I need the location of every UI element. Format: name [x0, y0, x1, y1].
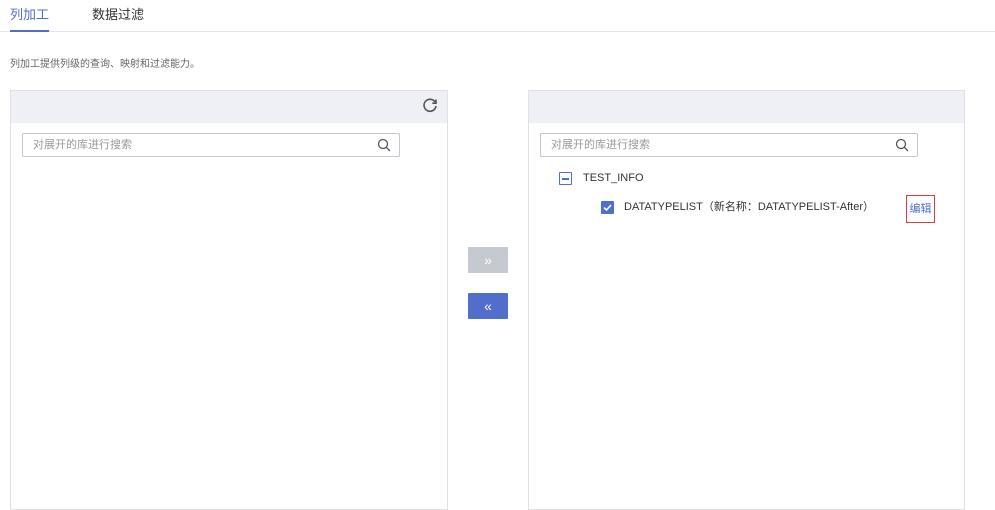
source-panel-header — [11, 91, 447, 123]
checkbox-checked-icon[interactable] — [601, 201, 614, 214]
move-left-button[interactable]: « — [468, 293, 508, 319]
target-panel — [528, 90, 965, 510]
target-panel-header — [529, 91, 964, 123]
tab-data-filter[interactable]: 数据过滤 — [92, 6, 144, 24]
tree-table-node[interactable]: DATATYPELIST（新名称：DATATYPELIST-After） — [624, 199, 874, 215]
tree-database-node[interactable]: TEST_INFO — [583, 170, 644, 186]
search-icon[interactable] — [895, 138, 909, 152]
target-search-box[interactable] — [540, 133, 918, 157]
edit-link[interactable]: 编辑 — [906, 195, 935, 223]
tab-bar: 列加工 数据过滤 — [0, 0, 995, 32]
source-search-box[interactable] — [22, 133, 400, 157]
move-right-button[interactable]: » — [468, 247, 508, 273]
tab-column-processing[interactable]: 列加工 — [10, 6, 50, 32]
description-text: 列加工提供列级的查询、映射和过滤能力。 — [10, 59, 200, 70]
target-search-input[interactable] — [541, 134, 917, 156]
collapse-toggle-icon[interactable] — [559, 172, 572, 185]
source-search-input[interactable] — [23, 134, 399, 156]
source-panel — [10, 90, 448, 510]
refresh-icon[interactable] — [421, 97, 439, 115]
search-icon[interactable] — [377, 138, 391, 152]
